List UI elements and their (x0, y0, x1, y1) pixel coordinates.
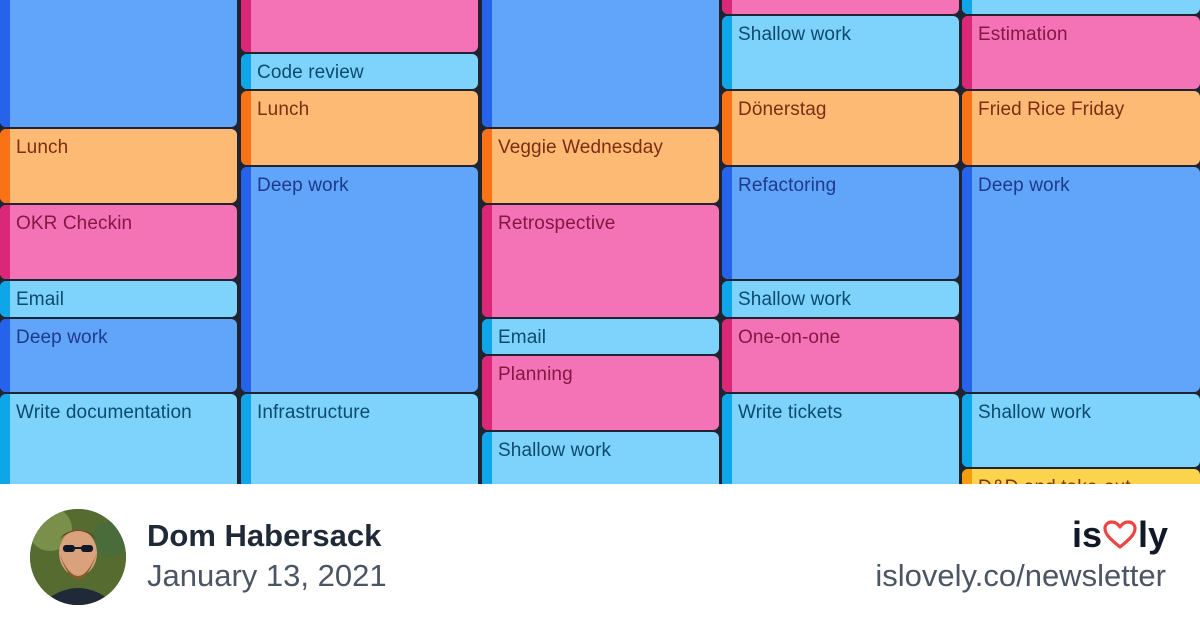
calendar-event[interactable]: Planning (482, 356, 719, 430)
calendar-event[interactable]: Code review (241, 54, 478, 89)
calendar-event[interactable]: One-on-one (722, 319, 959, 392)
calendar-event[interactable]: Email (0, 281, 237, 317)
calendar-event[interactable] (722, 0, 959, 14)
avatar (30, 509, 126, 605)
calendar-event[interactable]: Shallow work (482, 432, 719, 484)
calendar-event[interactable]: Lunch (0, 129, 237, 203)
calendar-event[interactable] (241, 0, 478, 52)
calendar-column-3: Veggie Wednesday Retrospective Email Pla… (482, 0, 719, 484)
calendar-event[interactable]: D&D and take-out (962, 469, 1200, 484)
calendar-event[interactable]: Estimation (962, 16, 1200, 89)
calendar-event[interactable]: OKR Checkin (0, 205, 237, 279)
calendar-event[interactable]: Deep work (0, 319, 237, 392)
calendar-event[interactable]: Shallow work (722, 281, 959, 317)
calendar-week-view: Lunch OKR Checkin Email Deep work Write … (0, 0, 1200, 484)
calendar-column-2: Code review Lunch Deep work Infrastructu… (241, 0, 478, 484)
calendar-event[interactable]: Refactoring (722, 167, 959, 279)
calendar-event[interactable]: Shallow work (962, 394, 1200, 467)
calendar-event[interactable]: Veggie Wednesday (482, 129, 719, 203)
brand-text-right: ly (1137, 514, 1168, 555)
calendar-event[interactable]: Shallow work (722, 16, 959, 89)
calendar-event[interactable]: Email (482, 319, 719, 354)
calendar-column-5: Estimation Fried Rice Friday Deep work S… (962, 0, 1200, 484)
post-date: January 13, 2021 (147, 558, 387, 593)
calendar-event[interactable]: Lunch (241, 91, 478, 165)
calendar-column-4: Shallow work Dönerstag Refactoring Shall… (722, 0, 959, 484)
author-name: Dom Habersack (147, 518, 382, 553)
avatar-portrait-icon (30, 509, 126, 605)
heart-icon (1103, 520, 1137, 549)
calendar-event[interactable]: Write documentation (0, 394, 237, 484)
calendar-event[interactable]: Infrastructure (241, 394, 478, 484)
brand-logo[interactable]: is ly (1072, 514, 1168, 556)
calendar-column-1: Lunch OKR Checkin Email Deep work Write … (0, 0, 237, 484)
newsletter-link[interactable]: islovely.co/newsletter (875, 558, 1166, 594)
calendar-event[interactable]: Dönerstag (722, 91, 959, 165)
calendar-event[interactable]: Retrospective (482, 205, 719, 317)
calendar-event[interactable]: Fried Rice Friday (962, 91, 1200, 165)
calendar-event[interactable]: Write tickets (722, 394, 959, 484)
calendar-event[interactable] (482, 0, 719, 127)
calendar-event[interactable]: Deep work (241, 167, 478, 392)
calendar-event[interactable] (962, 0, 1200, 14)
calendar-event[interactable] (0, 0, 237, 127)
footer: Dom Habersack January 13, 2021 is ly isl… (0, 484, 1200, 628)
brand-text-left: is (1071, 514, 1102, 555)
calendar-event[interactable]: Deep work (962, 167, 1200, 392)
